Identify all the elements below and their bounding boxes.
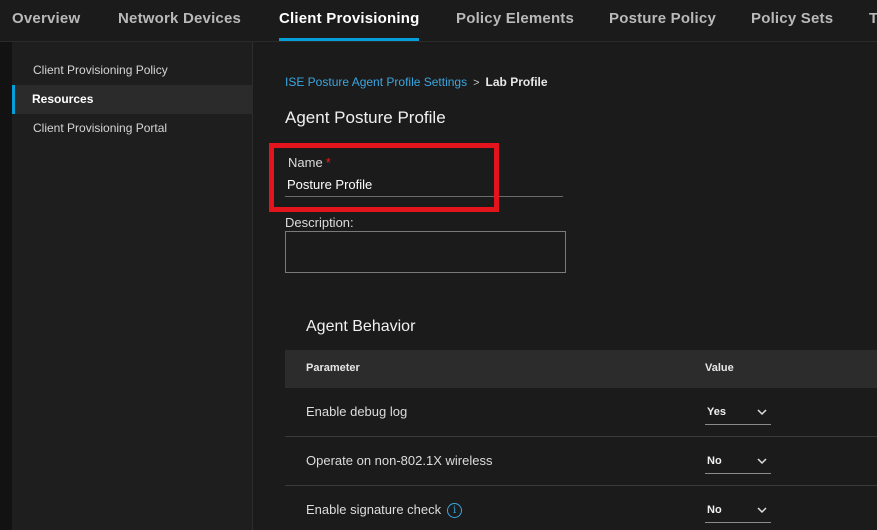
top-nav: Overview Network Devices Client Provisio… <box>0 0 877 42</box>
tab-label: Client Provisioning <box>279 10 420 27</box>
parameter-name: Enable debug log <box>306 404 408 419</box>
tab-label: T <box>869 10 877 27</box>
page-title: Agent Posture Profile <box>285 108 446 127</box>
sidebar-item-label: Client Provisioning Policy <box>33 63 168 77</box>
sidebar-item-client-provisioning-policy[interactable]: Client Provisioning Policy <box>12 56 253 85</box>
parameter-name: Enable signature check <box>306 502 442 517</box>
sidebar: Client Provisioning Policy Resources Cli… <box>12 42 253 530</box>
dropdown-value: No <box>707 504 722 516</box>
chevron-down-icon <box>757 507 767 514</box>
dropdown-value: No <box>707 455 722 467</box>
breadcrumb: ISE Posture Agent Profile Settings > Lab P… <box>285 75 548 89</box>
parameter-name-with-info: Enable signature check i <box>306 486 463 530</box>
column-header-parameter: Parameter <box>306 362 360 374</box>
tab-client-provisioning[interactable]: Client Provisioning <box>279 0 420 41</box>
dropdown-value: Yes <box>707 406 726 418</box>
chevron-right-icon: > <box>473 77 480 89</box>
parameter-name: Operate on non-802.1X wireless <box>306 453 493 468</box>
column-header-value: Value <box>705 362 734 374</box>
chevron-down-icon <box>757 409 767 416</box>
info-icon[interactable]: i <box>447 503 463 519</box>
tab-overview[interactable]: Overview <box>12 0 81 41</box>
chevron-down-icon <box>757 458 767 465</box>
breadcrumb-current: Lab Profile <box>485 75 548 89</box>
tab-policy-elements[interactable]: Policy Elements <box>456 0 575 41</box>
sidebar-item-client-provisioning-portal[interactable]: Client Provisioning Portal <box>12 114 253 143</box>
tab-posture-policy[interactable]: Posture Policy <box>609 0 717 41</box>
tab-truncated[interactable]: T <box>869 0 877 41</box>
tab-network-devices[interactable]: Network Devices <box>118 0 242 41</box>
tab-label: Network Devices <box>118 10 242 27</box>
tab-policy-sets[interactable]: Policy Sets <box>751 0 834 41</box>
breadcrumb-link[interactable]: ISE Posture Agent Profile Settings <box>285 75 467 89</box>
active-item-indicator <box>12 85 15 114</box>
sidebar-item-label: Client Provisioning Portal <box>33 121 168 135</box>
table-row: Operate on non-802.1X wireless No <box>285 437 877 486</box>
value-dropdown[interactable]: No <box>705 449 771 474</box>
highlight-annotation <box>269 143 499 212</box>
sidebar-item-resources[interactable]: Resources <box>12 85 253 114</box>
main-content: ISE Posture Agent Profile Settings > Lab P… <box>253 42 877 530</box>
table-row: Enable signature check i No <box>285 486 877 530</box>
tab-label: Posture Policy <box>609 10 717 27</box>
agent-behavior-title: Agent Behavior <box>306 318 416 335</box>
tab-label: Policy Sets <box>751 10 834 27</box>
tab-label: Policy Elements <box>456 10 575 27</box>
sidebar-item-label: Resources <box>32 92 94 106</box>
table-header: Parameter Value <box>285 350 877 388</box>
tab-label: Overview <box>12 10 81 27</box>
value-dropdown[interactable]: Yes <box>705 400 771 425</box>
description-label: Description: <box>285 215 354 230</box>
value-dropdown[interactable]: No <box>705 498 771 523</box>
description-field[interactable] <box>285 231 566 273</box>
table-row: Enable debug log Yes <box>285 388 877 437</box>
